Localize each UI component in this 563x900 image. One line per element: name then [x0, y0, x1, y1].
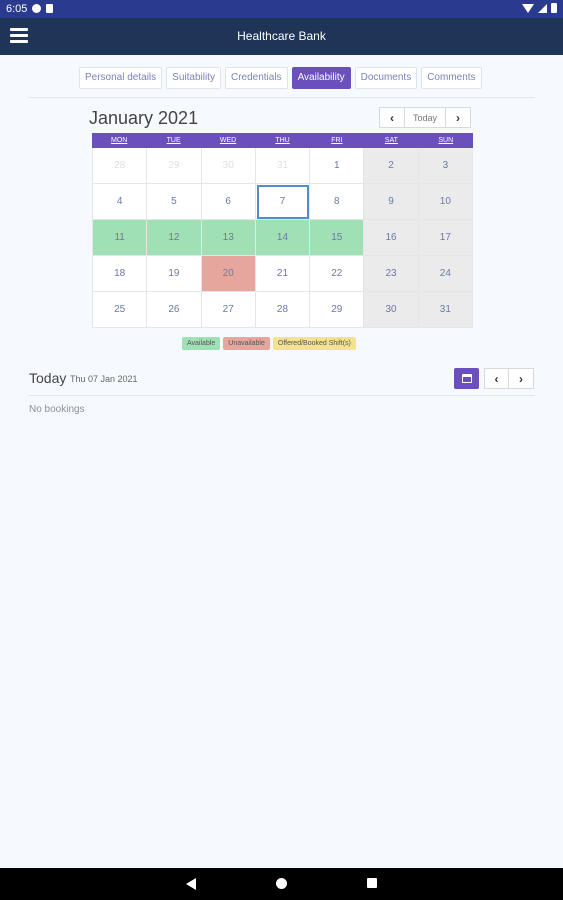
app-bar: Healthcare Bank — [0, 18, 563, 55]
calendar-day[interactable]: 24 — [418, 256, 473, 292]
calendar-legend: Available Unavailable Offered/Booked Shi… — [182, 337, 356, 350]
calendar-day[interactable]: 18 — [93, 256, 148, 292]
status-bar: 6:05 — [0, 0, 563, 18]
signal-icon — [538, 3, 547, 13]
home-icon[interactable] — [276, 878, 287, 889]
calendar-navigation: ‹ Today › — [379, 107, 471, 128]
bookings-heading: Today — [29, 370, 67, 386]
calendar-day[interactable]: 15 — [310, 220, 365, 256]
calendar-day[interactable]: 17 — [418, 220, 473, 256]
battery-icon — [551, 3, 557, 13]
weekday-sat: SAT — [384, 137, 398, 144]
weekday-sun: SUN — [438, 137, 454, 144]
tab-availability[interactable]: Availability — [291, 67, 351, 89]
calendar-icon — [461, 374, 472, 383]
recent-apps-icon[interactable] — [367, 878, 377, 888]
calendar-day[interactable]: 29 — [147, 148, 202, 184]
prev-month-button[interactable]: ‹ — [379, 107, 405, 128]
wifi-icon — [522, 3, 534, 13]
calendar-day[interactable]: 29 — [310, 292, 365, 328]
no-bookings-text: No bookings — [29, 404, 85, 415]
system-navigation-bar — [0, 868, 563, 900]
calendar-day[interactable]: 6 — [201, 184, 256, 220]
calendar-day[interactable]: 21 — [255, 256, 311, 292]
calendar-day[interactable]: 4 — [93, 184, 148, 220]
calendar-day[interactable]: 31 — [255, 148, 311, 184]
calendar-day[interactable]: 5 — [147, 184, 202, 220]
notification-icon — [32, 4, 41, 13]
calendar-day[interactable]: 11 — [93, 220, 148, 256]
weekday-mon: MON — [111, 137, 128, 144]
calendar-day[interactable]: 2 — [364, 148, 419, 184]
next-month-button[interactable]: › — [445, 107, 471, 128]
app-title: Healthcare Bank — [237, 29, 326, 43]
calendar-day[interactable]: 19 — [147, 256, 202, 292]
calendar-day[interactable]: 7 — [255, 184, 311, 220]
today-button[interactable]: Today — [405, 107, 445, 128]
calendar-day[interactable]: 10 — [418, 184, 473, 220]
calendar-day[interactable]: 28 — [93, 148, 148, 184]
calendar-day[interactable]: 3 — [418, 148, 473, 184]
calendar-grid: 28 29 30 31 1 2 3 4 5 6 7 8 9 10 11 12 13 14 15 16 17 18 19 20 2… — [92, 148, 473, 328]
calendar-day[interactable]: 9 — [364, 184, 419, 220]
calendar-day[interactable]: 26 — [147, 292, 202, 328]
calendar-day[interactable]: 30 — [201, 148, 256, 184]
calendar-day[interactable]: 8 — [310, 184, 365, 220]
calendar-day[interactable]: 25 — [93, 292, 148, 328]
tab-credentials[interactable]: Credentials — [224, 67, 288, 89]
divider — [28, 97, 535, 98]
calendar-title: January 2021 — [89, 108, 199, 128]
month-calendar: MON TUE WED THU FRI SAT SUN 28 29 30 31 1 2 3 4 5 6 7 8 9 1… — [92, 133, 473, 328]
back-icon[interactable] — [186, 878, 196, 890]
weekday-header: MON TUE WED THU FRI SAT SUN — [92, 133, 473, 148]
tab-suitability[interactable]: Suitability — [166, 67, 221, 89]
weekday-fri: FRI — [331, 137, 343, 144]
calendar-day[interactable]: 28 — [255, 292, 311, 328]
status-time: 6:05 — [6, 3, 28, 15]
divider — [28, 395, 535, 396]
tab-comments[interactable]: Comments — [421, 67, 482, 89]
calendar-day[interactable]: 23 — [364, 256, 419, 292]
calendar-day[interactable]: 22 — [310, 256, 365, 292]
calendar-day[interactable]: 1 — [310, 148, 365, 184]
calendar-day[interactable]: 27 — [201, 292, 256, 328]
calendar-day[interactable]: 31 — [418, 292, 473, 328]
profile-tabs: Personal details Suitability Credentials Av… — [79, 67, 482, 89]
calendar-day[interactable]: 12 — [147, 220, 202, 256]
tab-personal-details[interactable]: Personal details — [79, 67, 163, 89]
weekday-thu: THU — [275, 137, 290, 144]
calendar-day[interactable]: 14 — [255, 220, 311, 256]
calendar-day[interactable]: 30 — [364, 292, 419, 328]
tab-documents[interactable]: Documents — [354, 67, 418, 89]
next-day-button[interactable]: › — [509, 368, 534, 389]
sim-icon — [46, 4, 53, 13]
legend-available: Available — [182, 337, 221, 350]
calendar-day[interactable]: 16 — [364, 220, 419, 256]
weekday-tue: TUE — [166, 137, 181, 144]
calendar-day[interactable]: 20 — [201, 256, 256, 292]
legend-unavailable: Unavailable — [223, 337, 270, 350]
prev-day-button[interactable]: ‹ — [484, 368, 509, 389]
legend-offered: Offered/Booked Shift(s) — [272, 337, 356, 350]
weekday-wed: WED — [219, 137, 237, 144]
calendar-day[interactable]: 13 — [201, 220, 256, 256]
bookings-header: Today Thu 07 Jan 2021 ‹ › — [29, 368, 535, 392]
bookings-date: Thu 07 Jan 2021 — [70, 374, 138, 384]
calendar-view-button[interactable] — [454, 368, 479, 389]
